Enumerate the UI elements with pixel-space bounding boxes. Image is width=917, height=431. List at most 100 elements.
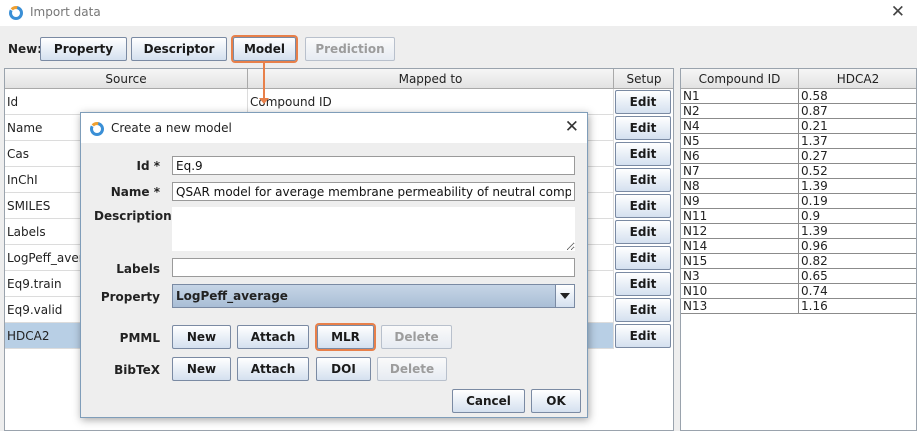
list-item[interactable]: N5 1.37 (681, 134, 916, 149)
hdca2-cell: 0.58 (799, 89, 916, 104)
list-item[interactable]: N6 0.27 (681, 149, 916, 164)
hdca2-cell: 0.19 (799, 194, 916, 209)
bibtex-doi-button[interactable]: DOI (316, 357, 371, 381)
hdca2-cell: 0.96 (799, 239, 916, 254)
highlight-arrow-icon (259, 98, 269, 104)
edit-button[interactable]: Edit (615, 272, 671, 296)
hdca2-column-header[interactable]: HDCA2 (799, 69, 916, 89)
hdca2-cell: 1.39 (799, 179, 916, 194)
new-label: New: (8, 42, 43, 56)
description-label: Description (94, 209, 172, 223)
window-titlebar: Import data ✕ (0, 0, 917, 26)
id-label: Id * (136, 159, 160, 173)
pmml-mlr-button[interactable]: MLR (317, 325, 374, 349)
labels-label: Labels (116, 262, 160, 276)
hdca2-cell: 0.52 (799, 164, 916, 179)
mapped-to-column-header[interactable]: Mapped to (248, 69, 614, 89)
edit-button[interactable]: Edit (615, 168, 671, 192)
hdca2-cell: 0.74 (799, 284, 916, 299)
edit-button[interactable]: Edit (615, 220, 671, 244)
list-item[interactable]: N4 0.21 (681, 119, 916, 134)
pmml-new-button[interactable]: New (172, 325, 231, 349)
preview-table: Compound ID HDCA2 N1 0.58 N2 0.87 N4 0.21 N5 1.… (680, 68, 917, 431)
hdca2-cell: 0.21 (799, 119, 916, 134)
bibtex-label: BibTeX (114, 363, 160, 377)
property-select[interactable]: LogPeff_average (172, 284, 575, 308)
list-item[interactable]: N3 0.65 (681, 269, 916, 284)
compound-id-column-header[interactable]: Compound ID (681, 69, 799, 89)
edit-button[interactable]: Edit (615, 324, 671, 348)
chevron-down-icon[interactable] (555, 285, 574, 307)
hdca2-cell: 0.82 (799, 254, 916, 269)
list-item[interactable]: N9 0.19 (681, 194, 916, 209)
app-ring-icon (9, 6, 23, 20)
list-item[interactable]: N15 0.82 (681, 254, 916, 269)
cancel-button[interactable]: Cancel (452, 389, 525, 413)
list-item[interactable]: N13 1.16 (681, 299, 916, 314)
compound-id-cell: N14 (681, 239, 799, 254)
dialog-close-icon[interactable]: ✕ (565, 117, 579, 137)
compound-id-cell: N9 (681, 194, 799, 209)
ok-button[interactable]: OK (531, 389, 581, 413)
pmml-delete-button[interactable]: Delete (381, 325, 452, 349)
bibtex-new-button[interactable]: New (172, 357, 231, 381)
edit-button[interactable]: Edit (615, 90, 671, 114)
list-item[interactable]: N10 0.74 (681, 284, 916, 299)
bibtex-attach-button[interactable]: Attach (237, 357, 309, 381)
list-item[interactable]: N14 0.96 (681, 239, 916, 254)
edit-button[interactable]: Edit (615, 142, 671, 166)
list-item[interactable]: N11 0.9 (681, 209, 916, 224)
property-label: Property (100, 290, 160, 304)
hdca2-cell: 0.9 (799, 209, 916, 224)
property-select-value: LogPeff_average (176, 289, 288, 303)
hdca2-cell: 0.27 (799, 149, 916, 164)
compound-id-cell: N12 (681, 224, 799, 239)
id-input[interactable] (172, 156, 575, 175)
compound-id-cell: N6 (681, 149, 799, 164)
labels-input[interactable] (172, 258, 575, 277)
compound-id-cell: N4 (681, 119, 799, 134)
edit-button[interactable]: Edit (615, 194, 671, 218)
hdca2-cell: 1.39 (799, 224, 916, 239)
dialog-titlebar: Create a new model ✕ (81, 113, 587, 143)
list-item[interactable]: N2 0.87 (681, 104, 916, 119)
description-textarea[interactable] (172, 207, 575, 251)
new-property-button[interactable]: Property (40, 37, 127, 61)
compound-id-cell: N10 (681, 284, 799, 299)
new-descriptor-button[interactable]: Descriptor (131, 37, 227, 61)
compound-id-cell: N3 (681, 269, 799, 284)
new-model-button[interactable]: Model (233, 37, 296, 61)
compound-id-cell: N2 (681, 104, 799, 119)
edit-button[interactable]: Edit (615, 116, 671, 140)
hdca2-cell: 1.37 (799, 134, 916, 149)
compound-id-cell: N13 (681, 299, 799, 314)
setup-column-header[interactable]: Setup (614, 69, 673, 89)
pmml-label: PMML (119, 331, 160, 345)
dialog-title: Create a new model (111, 121, 232, 135)
create-model-dialog: Create a new model ✕ Id * Name * Descrip… (80, 112, 588, 418)
list-item[interactable]: N12 1.39 (681, 224, 916, 239)
compound-id-cell: N8 (681, 179, 799, 194)
list-item[interactable]: N8 1.39 (681, 179, 916, 194)
edit-button[interactable]: Edit (615, 246, 671, 270)
pmml-attach-button[interactable]: Attach (237, 325, 309, 349)
compound-id-cell: N1 (681, 89, 799, 104)
compound-id-cell: N11 (681, 209, 799, 224)
list-item[interactable]: N1 0.58 (681, 89, 916, 104)
new-prediction-button[interactable]: Prediction (305, 37, 395, 61)
hdca2-cell: 1.16 (799, 299, 916, 314)
hdca2-cell: 0.87 (799, 104, 916, 119)
window-close-icon[interactable]: ✕ (891, 2, 905, 22)
name-input[interactable] (172, 182, 575, 201)
edit-button[interactable]: Edit (615, 298, 671, 322)
highlight-connector (263, 62, 265, 100)
compound-id-cell: N15 (681, 254, 799, 269)
list-item[interactable]: N7 0.52 (681, 164, 916, 179)
bibtex-delete-button[interactable]: Delete (377, 357, 447, 381)
compound-id-cell: N7 (681, 164, 799, 179)
hdca2-cell: 0.65 (799, 269, 916, 284)
source-column-header[interactable]: Source (5, 69, 248, 89)
app-ring-icon (90, 122, 104, 136)
compound-id-cell: N5 (681, 134, 799, 149)
name-label: Name * (110, 185, 160, 199)
